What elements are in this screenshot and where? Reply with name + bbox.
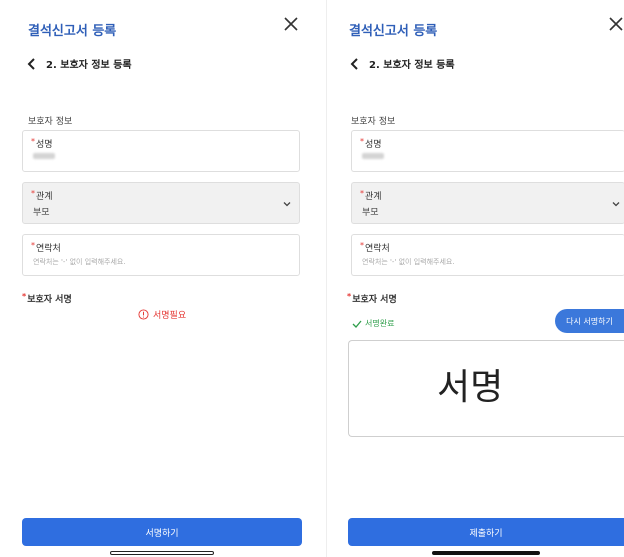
signature-pad[interactable]: 서명 — [348, 340, 624, 437]
section-label: 보호자 정보 — [28, 117, 73, 127]
close-icon[interactable] — [282, 15, 300, 33]
relation-label: 관계 — [365, 192, 382, 202]
contact-label: 연락처 — [365, 244, 390, 254]
relation-value: 부모 — [33, 208, 50, 218]
step-title: 2. 보호자 정보 등록 — [46, 60, 132, 71]
contact-field[interactable]: *연락처 연락처는 '-' 없이 입력해주세요. — [22, 234, 300, 276]
contact-placeholder: 연락처는 '-' 없이 입력해주세요. — [33, 258, 126, 266]
name-value-blurred — [33, 153, 55, 159]
step-title: 2. 보호자 정보 등록 — [369, 60, 455, 71]
name-value-blurred — [362, 153, 384, 159]
section-label: 보호자 정보 — [351, 117, 396, 127]
relation-value: 부모 — [362, 208, 379, 218]
signature-label: *보호자 서명 — [347, 292, 397, 305]
contact-field[interactable]: *연락처 연락처는 '-' 없이 입력해주세요. — [351, 234, 624, 276]
signature-strokes: 서명 — [437, 367, 503, 408]
back-nav[interactable]: 2. 보호자 정보 등록 — [26, 56, 132, 71]
app-title: 결석신고서 등록 — [28, 24, 117, 39]
relation-select[interactable]: *관계 부모 — [351, 182, 624, 224]
contact-label: 연락처 — [36, 244, 61, 254]
close-icon[interactable] — [607, 15, 624, 33]
chevron-left-icon[interactable] — [26, 57, 38, 70]
screen-after-signature: 결석신고서 등록 2. 보호자 정보 등록 보호자 정보 *성명 *관계 부모 … — [326, 0, 624, 557]
relation-label: 관계 — [36, 192, 53, 202]
chevron-down-icon — [283, 202, 291, 207]
signature-drawing: 서명 — [437, 367, 503, 408]
home-indicator — [432, 551, 540, 555]
name-label: 성명 — [36, 140, 53, 150]
screen-before-signature: 결석신고서 등록 2. 보호자 정보 등록 보호자 정보 *성명 *관계 부모 … — [0, 0, 312, 557]
submit-button[interactable]: 제출하기 — [348, 518, 624, 546]
contact-placeholder: 연락처는 '-' 없이 입력해주세요. — [362, 258, 455, 266]
app-title: 결석신고서 등록 — [349, 24, 438, 39]
signature-required-status: 서명필요 — [138, 308, 186, 321]
resign-button[interactable]: 다시 서명하기 — [555, 309, 624, 333]
alert-circle-icon — [138, 309, 149, 320]
name-field[interactable]: *성명 — [22, 130, 300, 172]
relation-select[interactable]: *관계 부모 — [22, 182, 300, 224]
signature-label: *보호자 서명 — [22, 292, 72, 305]
name-field[interactable]: *성명 — [351, 130, 624, 172]
back-nav[interactable]: 2. 보호자 정보 등록 — [349, 56, 455, 71]
chevron-left-icon[interactable] — [349, 57, 361, 70]
home-indicator — [110, 551, 214, 555]
name-label: 성명 — [365, 140, 382, 150]
check-icon — [352, 320, 362, 328]
signature-complete-status: 서명완료 — [352, 318, 394, 329]
chevron-down-icon — [612, 202, 620, 207]
sign-button[interactable]: 서명하기 — [22, 518, 302, 546]
